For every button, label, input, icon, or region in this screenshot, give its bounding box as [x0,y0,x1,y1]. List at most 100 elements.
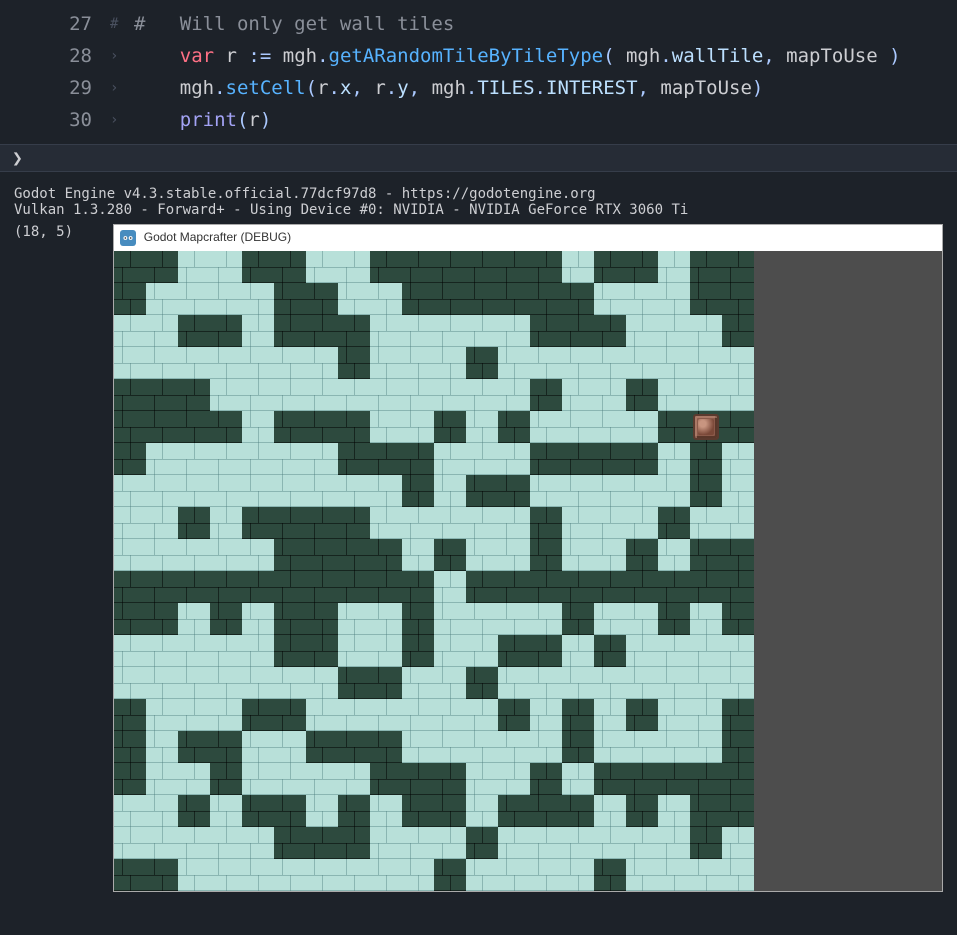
code-content[interactable]: print(r) [134,109,957,131]
floor-tile [434,507,466,539]
floor-tile [562,251,594,283]
floor-tile [402,539,434,571]
wall-tile [594,571,626,603]
floor-tile [466,443,498,475]
wall-tile [530,795,562,827]
floor-tile [690,603,722,635]
floor-tile [370,411,402,443]
wall-tile [530,571,562,603]
code-editor[interactable]: 27## Will only get wall tiles28› var r :… [0,0,957,144]
floor-tile [146,699,178,731]
floor-tile [594,379,626,411]
floor-tile [434,315,466,347]
wall-tile [434,251,466,283]
wall-tile [434,411,466,443]
code-line[interactable]: 30› print(r) [0,104,957,136]
wall-tile [690,795,722,827]
floor-tile [338,859,370,891]
floor-tile [530,603,562,635]
chevron-right-icon: ❯ [12,148,23,169]
floor-tile [146,795,178,827]
wall-tile [306,603,338,635]
wall-tile [338,731,370,763]
floor-tile [658,539,690,571]
floor-tile [178,443,210,475]
wall-tile [306,539,338,571]
floor-tile [402,667,434,699]
floor-tile [562,539,594,571]
floor-tile [338,379,370,411]
floor-tile [594,475,626,507]
floor-tile [466,763,498,795]
game-window[interactable]: Godot Mapcrafter (DEBUG) [113,224,943,892]
wall-tile [498,475,530,507]
wall-tile [210,315,242,347]
wall-tile [114,251,146,283]
floor-tile [242,827,274,859]
floor-tile [178,603,210,635]
floor-tile [562,507,594,539]
floor-tile [402,699,434,731]
floor-tile [210,635,242,667]
floor-tile [370,699,402,731]
code-line[interactable]: 27## Will only get wall tiles [0,8,957,40]
floor-tile [690,731,722,763]
floor-tile [306,475,338,507]
floor-tile [274,347,306,379]
output-panel[interactable]: Godot Engine v4.3.stable.official.77dcf9… [0,172,957,906]
code-content[interactable]: # Will only get wall tiles [134,13,957,35]
floor-tile [530,475,562,507]
wall-tile [274,699,306,731]
game-window-title: Godot Mapcrafter (DEBUG) [144,231,291,245]
wall-tile [114,283,146,315]
wall-tile [306,827,338,859]
code-content[interactable]: var r := mgh.getARandomTileByTileType( m… [134,45,957,67]
wall-tile [690,539,722,571]
floor-tile [146,507,178,539]
floor-tile [594,347,626,379]
floor-tile [210,539,242,571]
wall-tile [466,283,498,315]
code-line[interactable]: 29› mgh.setCell(r.x, r.y, mgh.TILES.INTE… [0,72,957,104]
wall-tile [722,539,754,571]
floor-tile [306,795,338,827]
floor-tile [626,411,658,443]
floor-tile [626,475,658,507]
floor-tile [210,443,242,475]
floor-tile [402,731,434,763]
floor-tile [722,859,754,891]
floor-tile [242,411,274,443]
floor-tile [434,379,466,411]
fold-marker: › [110,80,134,96]
wall-tile [306,731,338,763]
line-number: 30 [0,109,110,131]
floor-tile [210,251,242,283]
wall-tile [530,315,562,347]
floor-tile [594,411,626,443]
wall-tile [434,283,466,315]
floor-tile [658,827,690,859]
floor-tile [530,667,562,699]
floor-tile [306,667,338,699]
panel-collapse-bar[interactable]: ❯ [0,144,957,172]
floor-tile [114,795,146,827]
floor-tile [466,379,498,411]
game-window-titlebar[interactable]: Godot Mapcrafter (DEBUG) [114,225,942,251]
floor-tile [338,475,370,507]
wall-tile [530,507,562,539]
wall-tile [114,603,146,635]
floor-tile [594,667,626,699]
floor-tile [498,347,530,379]
floor-tile [562,667,594,699]
floor-tile [562,411,594,443]
floor-tile [562,827,594,859]
floor-tile [146,539,178,571]
wall-tile [722,699,754,731]
code-line[interactable]: 28› var r := mgh.getARandomTileByTileTyp… [0,40,957,72]
floor-tile [594,827,626,859]
wall-tile [146,379,178,411]
floor-tile [210,827,242,859]
code-content[interactable]: mgh.setCell(r.x, r.y, mgh.TILES.INTEREST… [134,77,957,99]
wall-tile [402,635,434,667]
game-viewport[interactable] [114,251,942,891]
